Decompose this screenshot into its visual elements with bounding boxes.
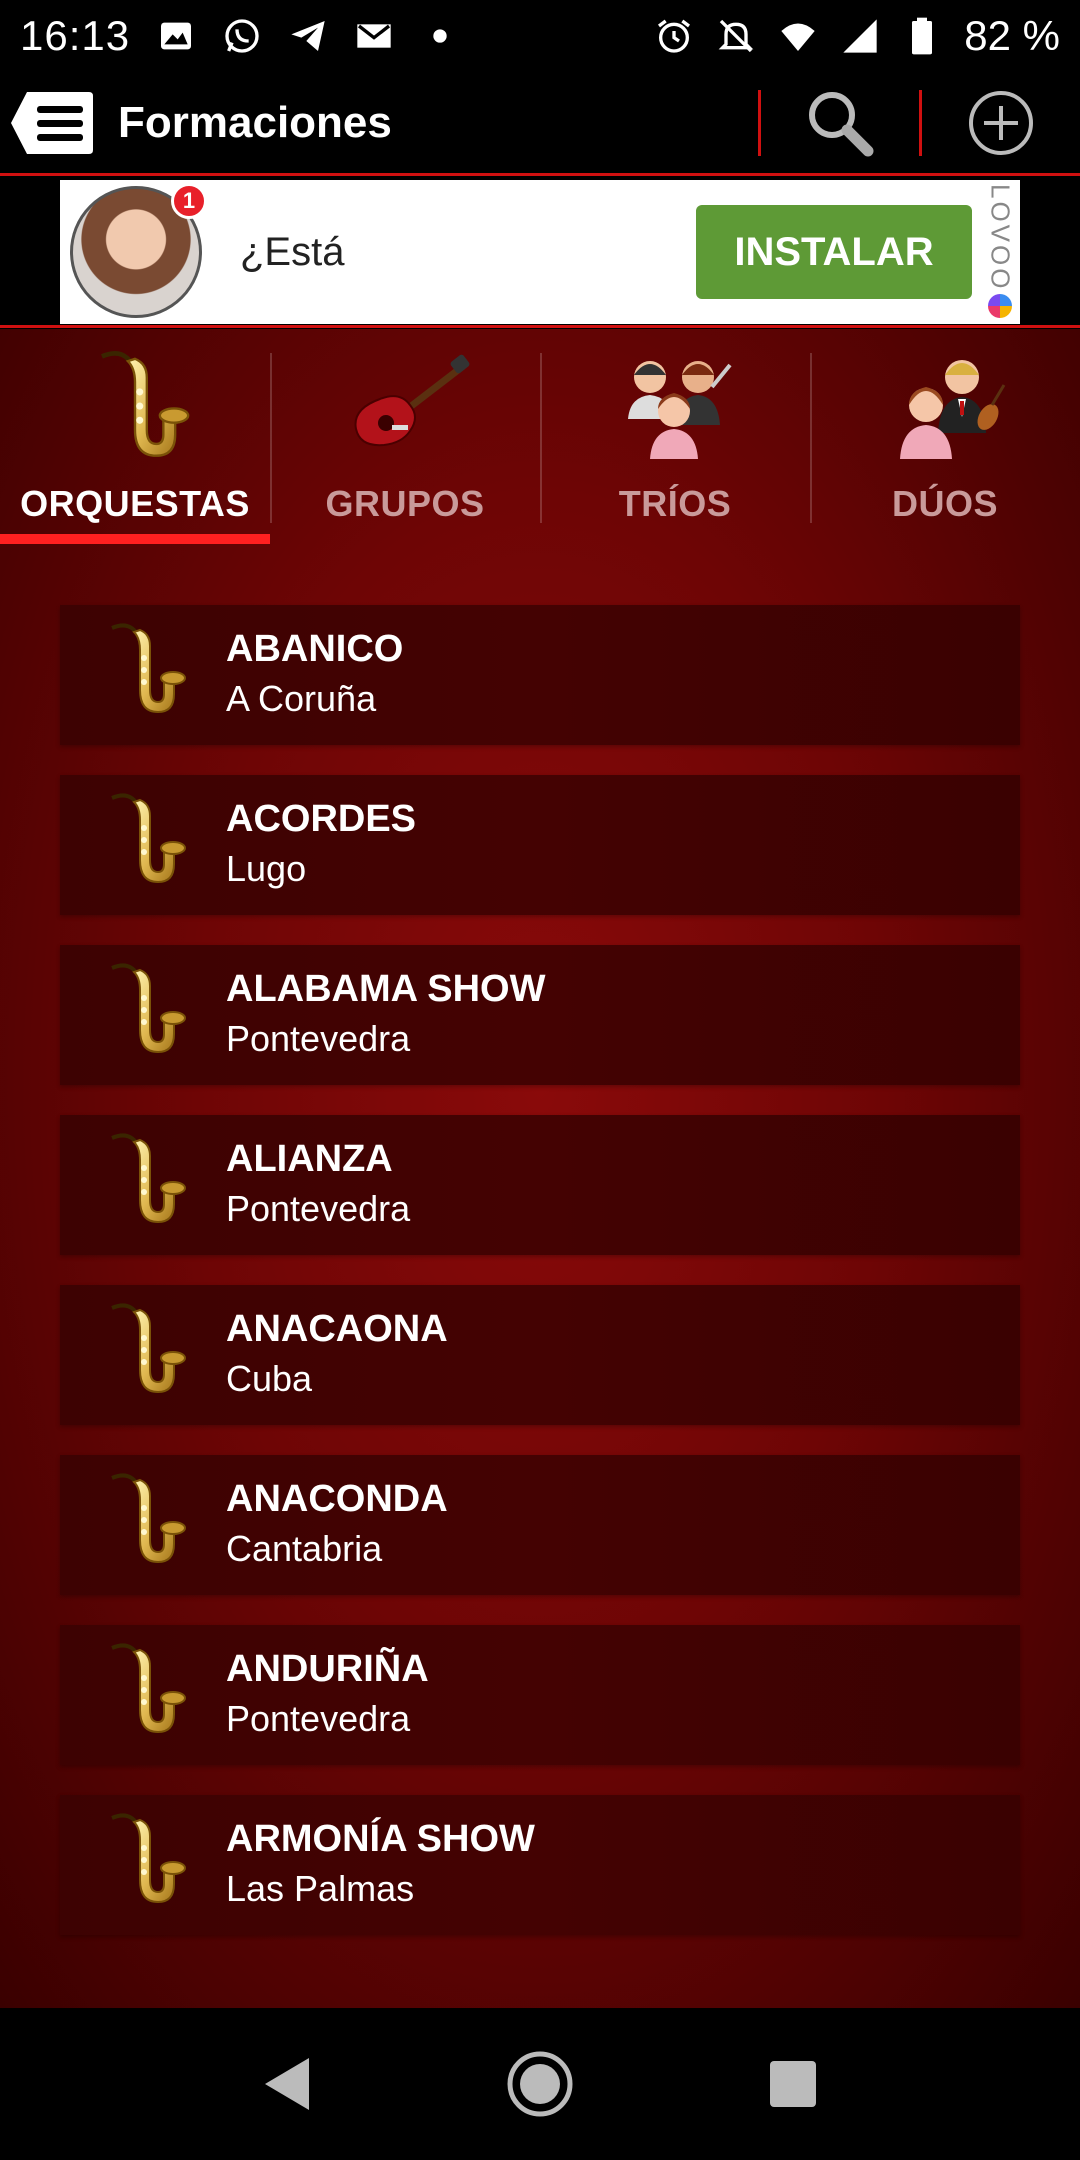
category-tabs: ORQUESTAS GRUPOS TRÍOS DÚOS [0,329,1080,544]
list-item[interactable]: ACORDES Lugo [60,775,1020,915]
recents-icon [770,2061,817,2107]
menu-icon [11,91,93,154]
item-name: ANDURIÑA [226,1648,429,1690]
whatsapp-icon [222,16,262,56]
item-location: Lugo [226,848,307,889]
saxophone-icon [90,1130,190,1240]
notifications-off-icon [716,16,756,56]
item-location: Cantabria [226,1528,383,1569]
item-name: ALABAMA SHOW [226,968,546,1010]
saxophone-icon [70,347,200,477]
dot-icon [420,16,460,56]
item-location: Cuba [226,1358,313,1399]
battery-icon [902,16,942,56]
saxophone-icon [90,960,190,1070]
add-button[interactable] [922,72,1080,173]
tab-label: DÚOS [891,483,998,524]
item-name: ANACAONA [226,1308,448,1350]
saxophone-icon [90,620,190,730]
ad-avatar: 1 [70,183,207,318]
home-icon [507,2051,573,2117]
duo-icon [880,347,1010,477]
item-location: Pontevedra [226,1188,411,1229]
tab-label: GRUPOS [325,483,485,524]
recents-button[interactable] [753,2044,833,2124]
tab-duos[interactable]: DÚOS [810,329,1080,544]
telegram-icon [288,16,328,56]
image-icon [156,16,196,56]
status-bar: 16:13 82 % [0,0,1080,72]
saxophone-icon [90,1470,190,1580]
ad-area: 1 ¿Está INSTALAR LOVOO [0,176,1080,328]
tab-label: ORQUESTAS [20,483,250,524]
item-name: ANACONDA [226,1478,448,1520]
item-location: A Coruña [226,678,377,719]
menu-button[interactable] [8,88,96,158]
saxophone-icon [90,1640,190,1750]
trio-icon [610,347,740,477]
ad-banner[interactable]: 1 ¿Está INSTALAR LOVOO [60,180,1020,324]
ad-brand-logo-icon [988,294,1012,318]
tab-label: TRÍOS [618,483,732,524]
item-location: Pontevedra [226,1698,411,1739]
list-item[interactable]: ARMONÍA SHOW Las Palmas [60,1795,1020,1935]
wifi-icon [778,16,818,56]
battery-percentage: 82 % [964,12,1060,59]
tab-grupos[interactable]: GRUPOS [270,329,540,544]
active-tab-indicator [0,534,270,544]
list-item[interactable]: ANACONDA Cantabria [60,1455,1020,1595]
main-content: ORQUESTAS GRUPOS TRÍOS DÚOS ABANICO A Co… [0,329,1080,2008]
alarm-icon [654,16,694,56]
signal-icon [840,16,880,56]
gmail-icon [354,16,394,56]
orchestra-list: ABANICO A Coruña ACORDES Lugo ALABAMA SH… [60,605,1020,1965]
home-button[interactable] [500,2044,580,2124]
tab-orquestas[interactable]: ORQUESTAS [0,329,270,544]
item-location: Las Palmas [226,1868,415,1909]
list-item[interactable]: ANACAONA Cuba [60,1285,1020,1425]
list-item[interactable]: ANDURIÑA Pontevedra [60,1625,1020,1765]
item-name: ABANICO [226,628,404,670]
install-button[interactable]: INSTALAR [696,205,972,299]
tab-trios[interactable]: TRÍOS [540,329,810,544]
app-bar: Formaciones [0,72,1080,176]
saxophone-icon [90,1810,190,1920]
ad-text: ¿Está [240,229,345,274]
list-item[interactable]: ABANICO A Coruña [60,605,1020,745]
status-time: 16:13 [20,12,131,59]
screen: 16:13 82 % Formaciones 1 ¿Está INSTALAR … [0,0,1080,2160]
saxophone-icon [90,1300,190,1410]
page-title: Formaciones [118,97,392,147]
ad-notification-badge: 1 [171,183,207,219]
list-item[interactable]: ALABAMA SHOW Pontevedra [60,945,1020,1085]
search-icon [809,91,874,156]
saxophone-icon [90,790,190,900]
item-name: ARMONÍA SHOW [226,1818,535,1860]
item-name: ACORDES [226,798,417,840]
system-nav-bar [0,2008,1080,2160]
add-circle-icon [969,90,1033,155]
search-button[interactable] [761,72,919,173]
item-location: Pontevedra [226,1018,411,1059]
back-icon [264,2058,309,2110]
item-name: ALIANZA [226,1138,393,1180]
back-button[interactable] [247,2044,327,2124]
list-item[interactable]: ALIANZA Pontevedra [60,1115,1020,1255]
guitar-icon [340,347,470,477]
